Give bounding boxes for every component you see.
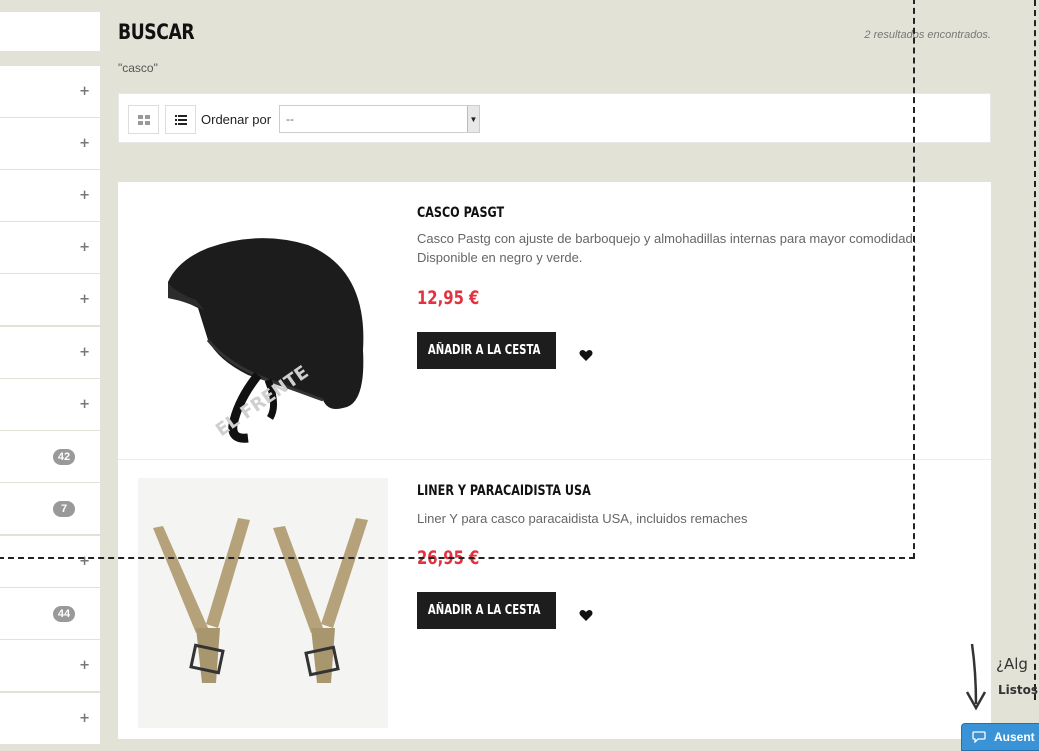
sidebar-item[interactable]: +	[0, 536, 100, 587]
chevron-down-icon[interactable]: ▼	[467, 106, 479, 132]
product-item: LINER Y PARACAIDISTA USA Liner Y para ca…	[118, 459, 991, 737]
expand-plus-icon[interactable]: +	[79, 292, 90, 307]
sidebar-item[interactable]: +	[0, 66, 100, 117]
add-to-cart-button[interactable]: AÑADIR A LA CESTA	[417, 332, 556, 369]
add-to-cart-button[interactable]: AÑADIR A LA CESTA	[417, 592, 556, 629]
count-badge: 7	[53, 500, 75, 517]
sort-label: Ordenar por	[201, 112, 272, 127]
add-to-cart-label: AÑADIR A LA CESTA	[427, 343, 541, 358]
chat-bubble-icon	[972, 731, 986, 743]
chat-hint-text: ¿Alg	[996, 655, 1028, 673]
grid-icon	[137, 114, 150, 125]
sidebar-item[interactable]: +	[0, 379, 100, 430]
list-icon	[174, 114, 187, 125]
product-name[interactable]: CASCO PASGT	[417, 205, 504, 221]
category-sidebar: + + + + + + + 42 7 + 44 + +	[0, 0, 100, 748]
results-count: 2 resultados encontrados.	[864, 29, 991, 41]
product-description: Liner Y para casco paracaidista USA, inc…	[417, 511, 748, 526]
expand-plus-icon[interactable]: +	[79, 188, 90, 203]
product-description: Casco Pastg con ajuste de barboquejo y a…	[417, 231, 917, 265]
product-list: EL FRENTE CASCO PASGT Casco Pastg con aj…	[118, 182, 991, 739]
sidebar-item[interactable]: +	[0, 327, 100, 378]
arrow-down-icon	[965, 643, 987, 711]
sort-selected-value: --	[286, 112, 294, 126]
product-image-helmet[interactable]: EL FRENTE	[138, 200, 388, 450]
chat-tab[interactable]: Ausent	[961, 723, 1039, 751]
product-price: 12,95 €	[417, 287, 480, 309]
expand-plus-icon[interactable]: +	[79, 84, 90, 99]
page-title: BUSCAR	[118, 20, 195, 44]
product-price: 26,95 €	[417, 547, 480, 569]
sidebar-item[interactable]: +	[0, 118, 100, 169]
wishlist-heart-icon[interactable]	[579, 609, 593, 622]
sidebar-item[interactable]: 44	[0, 588, 100, 639]
dashed-guide-line	[1034, 0, 1036, 700]
chat-hint-subtext: Listos	[998, 683, 1039, 697]
helmet-icon: EL FRENTE	[168, 238, 364, 443]
sidebar-item[interactable]: +	[0, 640, 100, 691]
product-name[interactable]: LINER Y PARACAIDISTA USA	[417, 483, 591, 499]
add-to-cart-label: AÑADIR A LA CESTA	[427, 603, 541, 618]
product-image-y-straps[interactable]	[138, 478, 388, 728]
expand-plus-icon[interactable]: +	[79, 397, 90, 412]
sidebar-item[interactable]: +	[0, 274, 100, 325]
sidebar-item[interactable]: +	[0, 222, 100, 273]
expand-plus-icon[interactable]: +	[79, 554, 90, 569]
expand-plus-icon[interactable]: +	[79, 711, 90, 726]
list-view-button[interactable]	[165, 105, 196, 134]
count-badge: 42	[53, 448, 75, 465]
sort-toolbar: Ordenar por -- ▼	[118, 93, 991, 143]
expand-plus-icon[interactable]: +	[79, 240, 90, 255]
sidebar-item[interactable]: 42	[0, 431, 100, 482]
chat-status-label: Ausent	[994, 730, 1035, 744]
sidebar-item[interactable]: +	[0, 170, 100, 221]
search-query: "casco"	[118, 61, 158, 75]
product-item: EL FRENTE CASCO PASGT Casco Pastg con aj…	[118, 182, 991, 459]
sidebar-header	[0, 12, 100, 51]
count-badge: 44	[53, 605, 75, 622]
grid-view-button[interactable]	[128, 105, 159, 134]
expand-plus-icon[interactable]: +	[79, 136, 90, 151]
wishlist-heart-icon[interactable]	[579, 349, 593, 362]
expand-plus-icon[interactable]: +	[79, 345, 90, 360]
y-straps-icon	[153, 518, 368, 683]
sidebar-item[interactable]: 7	[0, 483, 100, 534]
sidebar-item[interactable]: +	[0, 693, 100, 744]
sort-select[interactable]: -- ▼	[279, 105, 480, 133]
expand-plus-icon[interactable]: +	[79, 658, 90, 673]
